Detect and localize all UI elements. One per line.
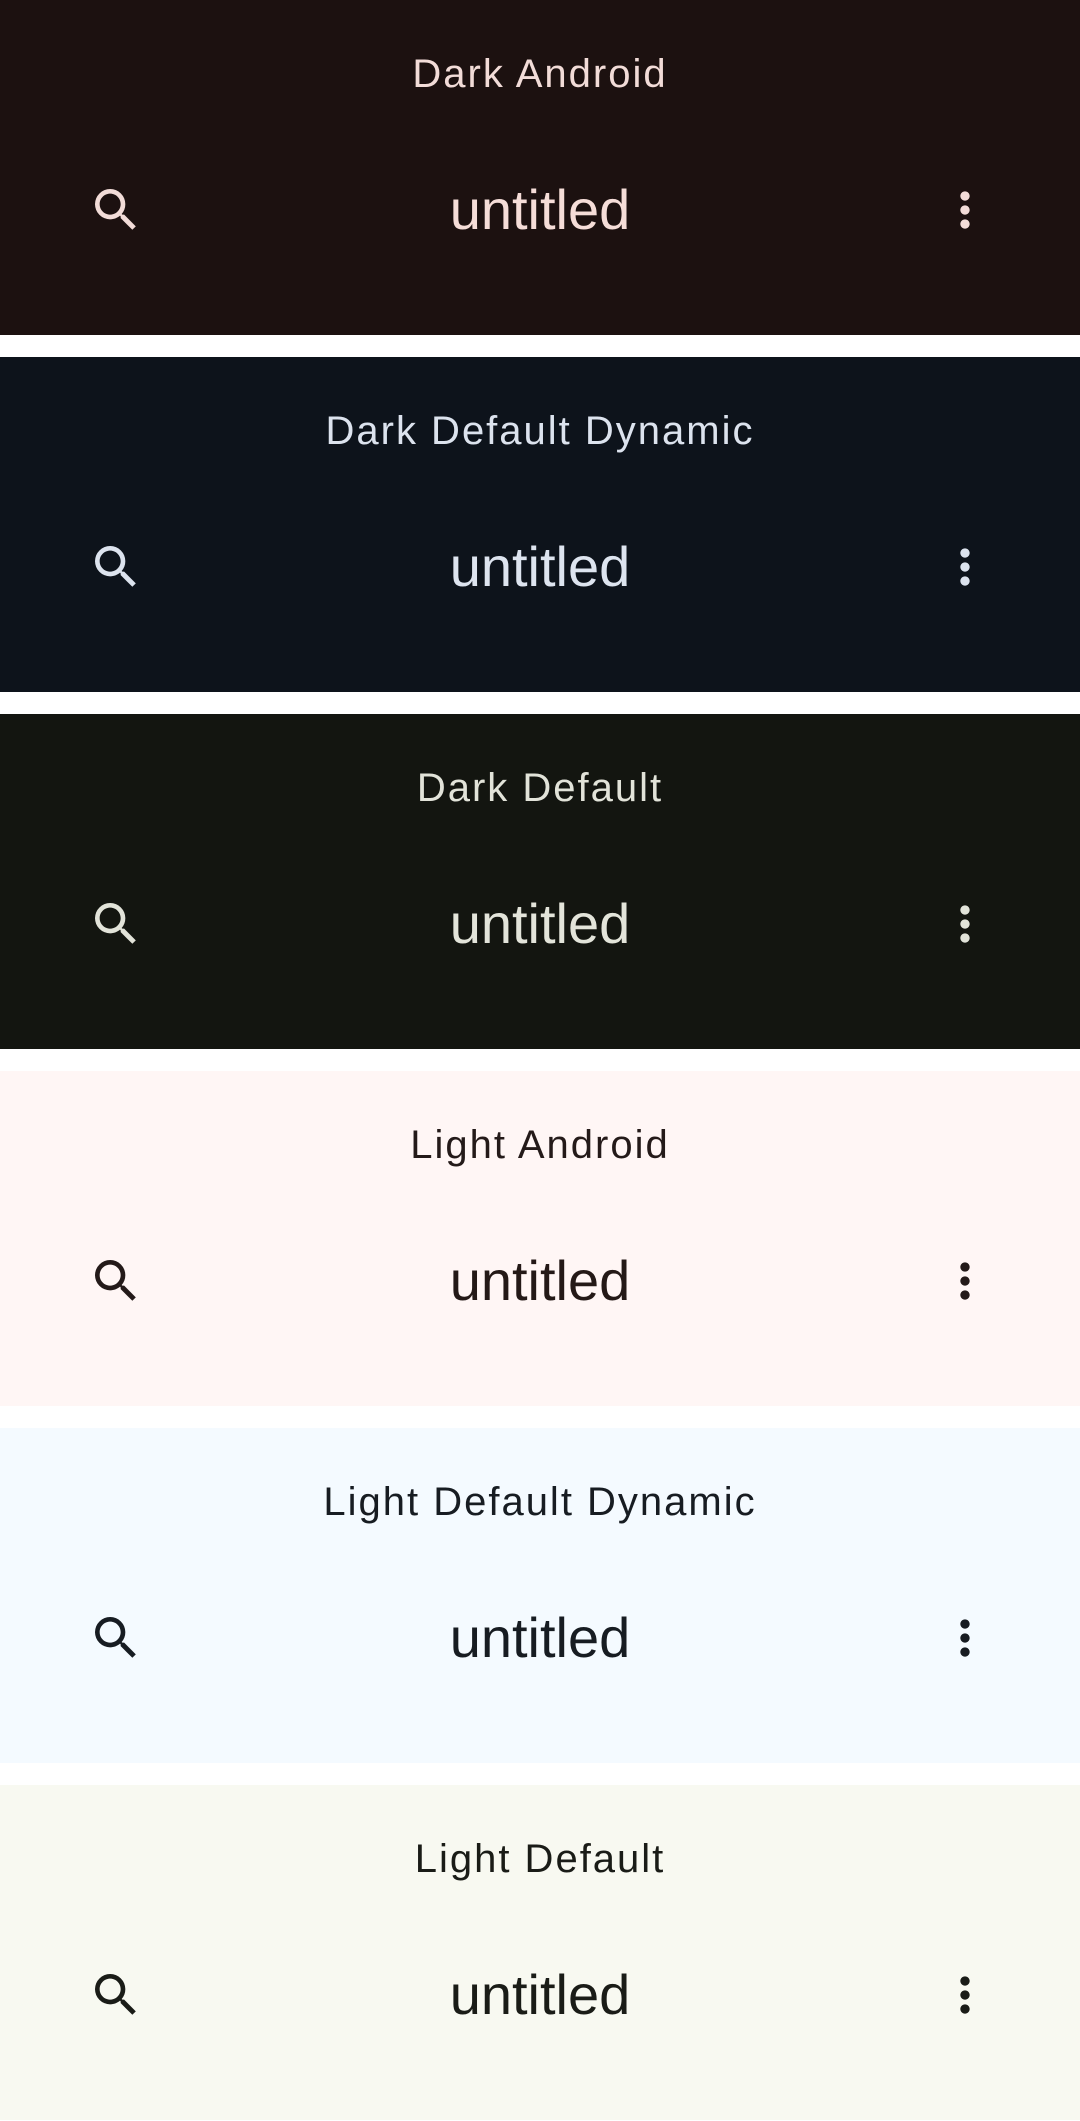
theme-panel-light-default-dynamic: Light Default Dynamic untitled	[0, 1428, 1080, 1763]
top-app-bar: untitled	[0, 1221, 1080, 1341]
theme-panel-dark-default-dynamic: Dark Default Dynamic untitled	[0, 357, 1080, 692]
top-app-bar: untitled	[0, 864, 1080, 984]
more-options-button[interactable]	[935, 537, 995, 597]
top-app-bar: untitled	[0, 507, 1080, 627]
search-button[interactable]	[86, 537, 146, 597]
search-icon	[95, 546, 136, 587]
theme-label: Light Android	[410, 1123, 670, 1167]
theme-panel-dark-android: Dark Android untitled	[0, 0, 1080, 335]
document-title: untitled	[449, 1606, 631, 1669]
search-icon	[95, 903, 136, 944]
document-title: untitled	[449, 1249, 631, 1312]
search-icon	[95, 189, 136, 230]
theme-label: Light Default Dynamic	[323, 1480, 757, 1524]
top-app-bar: untitled	[0, 1935, 1080, 2055]
more-vert-icon	[960, 548, 970, 586]
search-icon	[95, 1974, 136, 2015]
search-icon	[95, 1617, 136, 1658]
document-title: untitled	[449, 1963, 631, 2026]
more-vert-icon	[960, 1619, 970, 1657]
theme-panel-dark-default: Dark Default untitled	[0, 714, 1080, 1049]
top-app-bar: untitled	[0, 1578, 1080, 1698]
search-button[interactable]	[86, 1608, 146, 1668]
search-button[interactable]	[86, 180, 146, 240]
document-title: untitled	[449, 535, 631, 598]
search-icon	[95, 1260, 136, 1301]
search-button[interactable]	[86, 1251, 146, 1311]
more-options-button[interactable]	[935, 180, 995, 240]
theme-label: Dark Android	[412, 52, 668, 96]
more-vert-icon	[960, 191, 970, 229]
more-options-button[interactable]	[935, 1965, 995, 2025]
document-title: untitled	[449, 178, 631, 241]
theme-panel-light-android: Light Android untitled	[0, 1071, 1080, 1406]
search-button[interactable]	[86, 894, 146, 954]
theme-label: Dark Default	[416, 766, 664, 810]
top-app-bar: untitled	[0, 150, 1080, 270]
document-title: untitled	[449, 892, 631, 955]
theme-label: Light Default	[414, 1837, 666, 1881]
more-vert-icon	[960, 1976, 970, 2014]
search-button[interactable]	[86, 1965, 146, 2025]
more-vert-icon	[960, 905, 970, 943]
more-options-button[interactable]	[935, 1608, 995, 1668]
more-vert-icon	[960, 1262, 970, 1300]
more-options-button[interactable]	[935, 1251, 995, 1311]
more-options-button[interactable]	[935, 894, 995, 954]
theme-panel-light-default: Light Default untitled	[0, 1785, 1080, 2120]
theme-preview-list: Dark Android untitled Dark Default Dynam…	[0, 0, 1080, 2121]
theme-label: Dark Default Dynamic	[325, 409, 755, 453]
